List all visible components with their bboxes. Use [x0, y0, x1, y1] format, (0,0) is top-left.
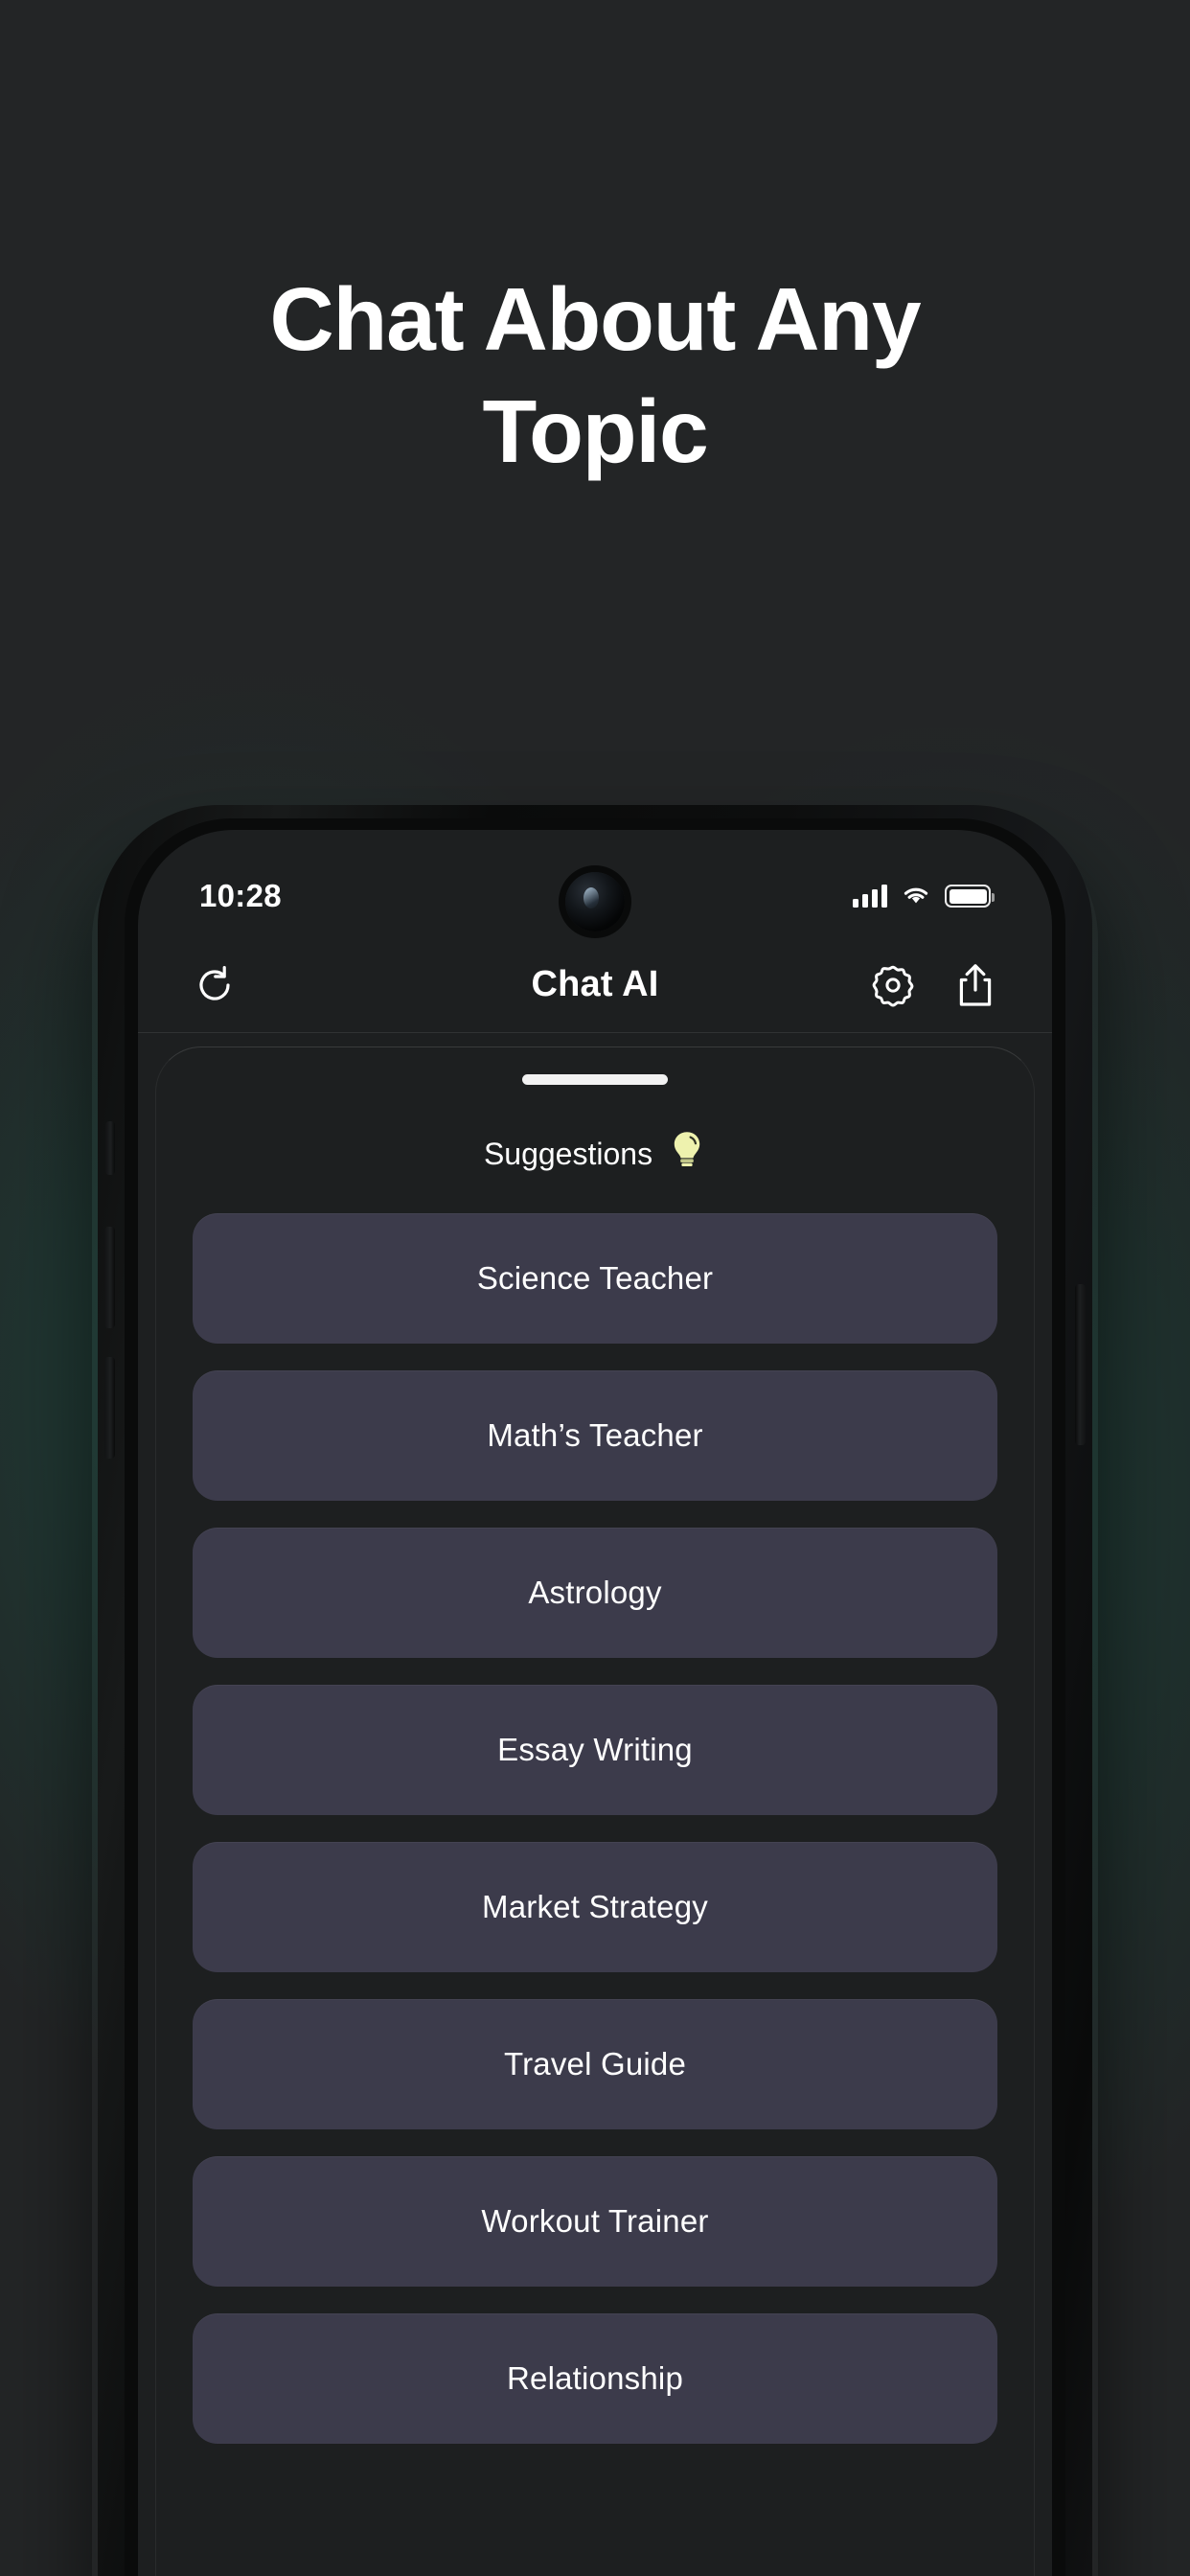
volume-up-button[interactable] — [104, 1227, 115, 1328]
suggestion-button[interactable]: Math’s Teacher — [193, 1370, 997, 1501]
suggestions-sheet: Suggestions Science Teacher Math’s Teach… — [155, 1046, 1035, 2576]
suggestions-list: Science Teacher Math’s Teacher Astrology… — [156, 1213, 1034, 2444]
power-button[interactable] — [1075, 1284, 1086, 1445]
promo-headline-line1: Chat About Any — [269, 269, 922, 369]
drag-handle[interactable] — [522, 1074, 668, 1085]
promo-screenshot-root: Chat About Any Topic 10:28 Chat AI Sugge… — [0, 0, 1190, 2576]
status-bar: 10:28 — [138, 830, 1052, 937]
battery-full-icon — [945, 885, 995, 908]
promo-headline: Chat About Any Topic — [0, 274, 1190, 477]
wifi-icon — [901, 883, 931, 910]
signal-bars-icon — [853, 885, 887, 908]
suggestion-button[interactable]: Workout Trainer — [193, 2156, 997, 2287]
share-icon[interactable] — [950, 960, 1000, 1010]
status-bar-indicators — [853, 883, 995, 910]
status-bar-time: 10:28 — [199, 878, 282, 913]
silent-switch-button[interactable] — [105, 1121, 115, 1175]
front-camera-icon — [565, 872, 625, 932]
nav-bar-actions — [868, 960, 1000, 1010]
suggestion-button[interactable]: Relationship — [193, 2313, 997, 2444]
suggestion-button[interactable]: Travel Guide — [193, 1999, 997, 2129]
suggestion-button[interactable]: Astrology — [193, 1528, 997, 1658]
suggestions-heading: Suggestions — [156, 1129, 1034, 1179]
lightbulb-icon — [668, 1129, 706, 1179]
refresh-icon[interactable] — [190, 960, 240, 1010]
nav-bar: Chat AI — [138, 937, 1052, 1033]
gear-icon[interactable] — [868, 960, 918, 1010]
suggestion-button[interactable]: Science Teacher — [193, 1213, 997, 1344]
suggestions-heading-label: Suggestions — [483, 1136, 653, 1171]
suggestion-button[interactable]: Essay Writing — [193, 1685, 997, 1815]
volume-down-button[interactable] — [104, 1357, 115, 1459]
promo-headline-line2: Topic — [482, 380, 708, 481]
phone-mockup: 10:28 Chat AI Suggestions Science Teache… — [84, 805, 1106, 2576]
phone-bezel: 10:28 Chat AI Suggestions Science Teache… — [98, 805, 1092, 2576]
phone-screen: 10:28 Chat AI Suggestions Science Teache… — [138, 830, 1052, 2576]
suggestion-button[interactable]: Market Strategy — [193, 1842, 997, 1972]
